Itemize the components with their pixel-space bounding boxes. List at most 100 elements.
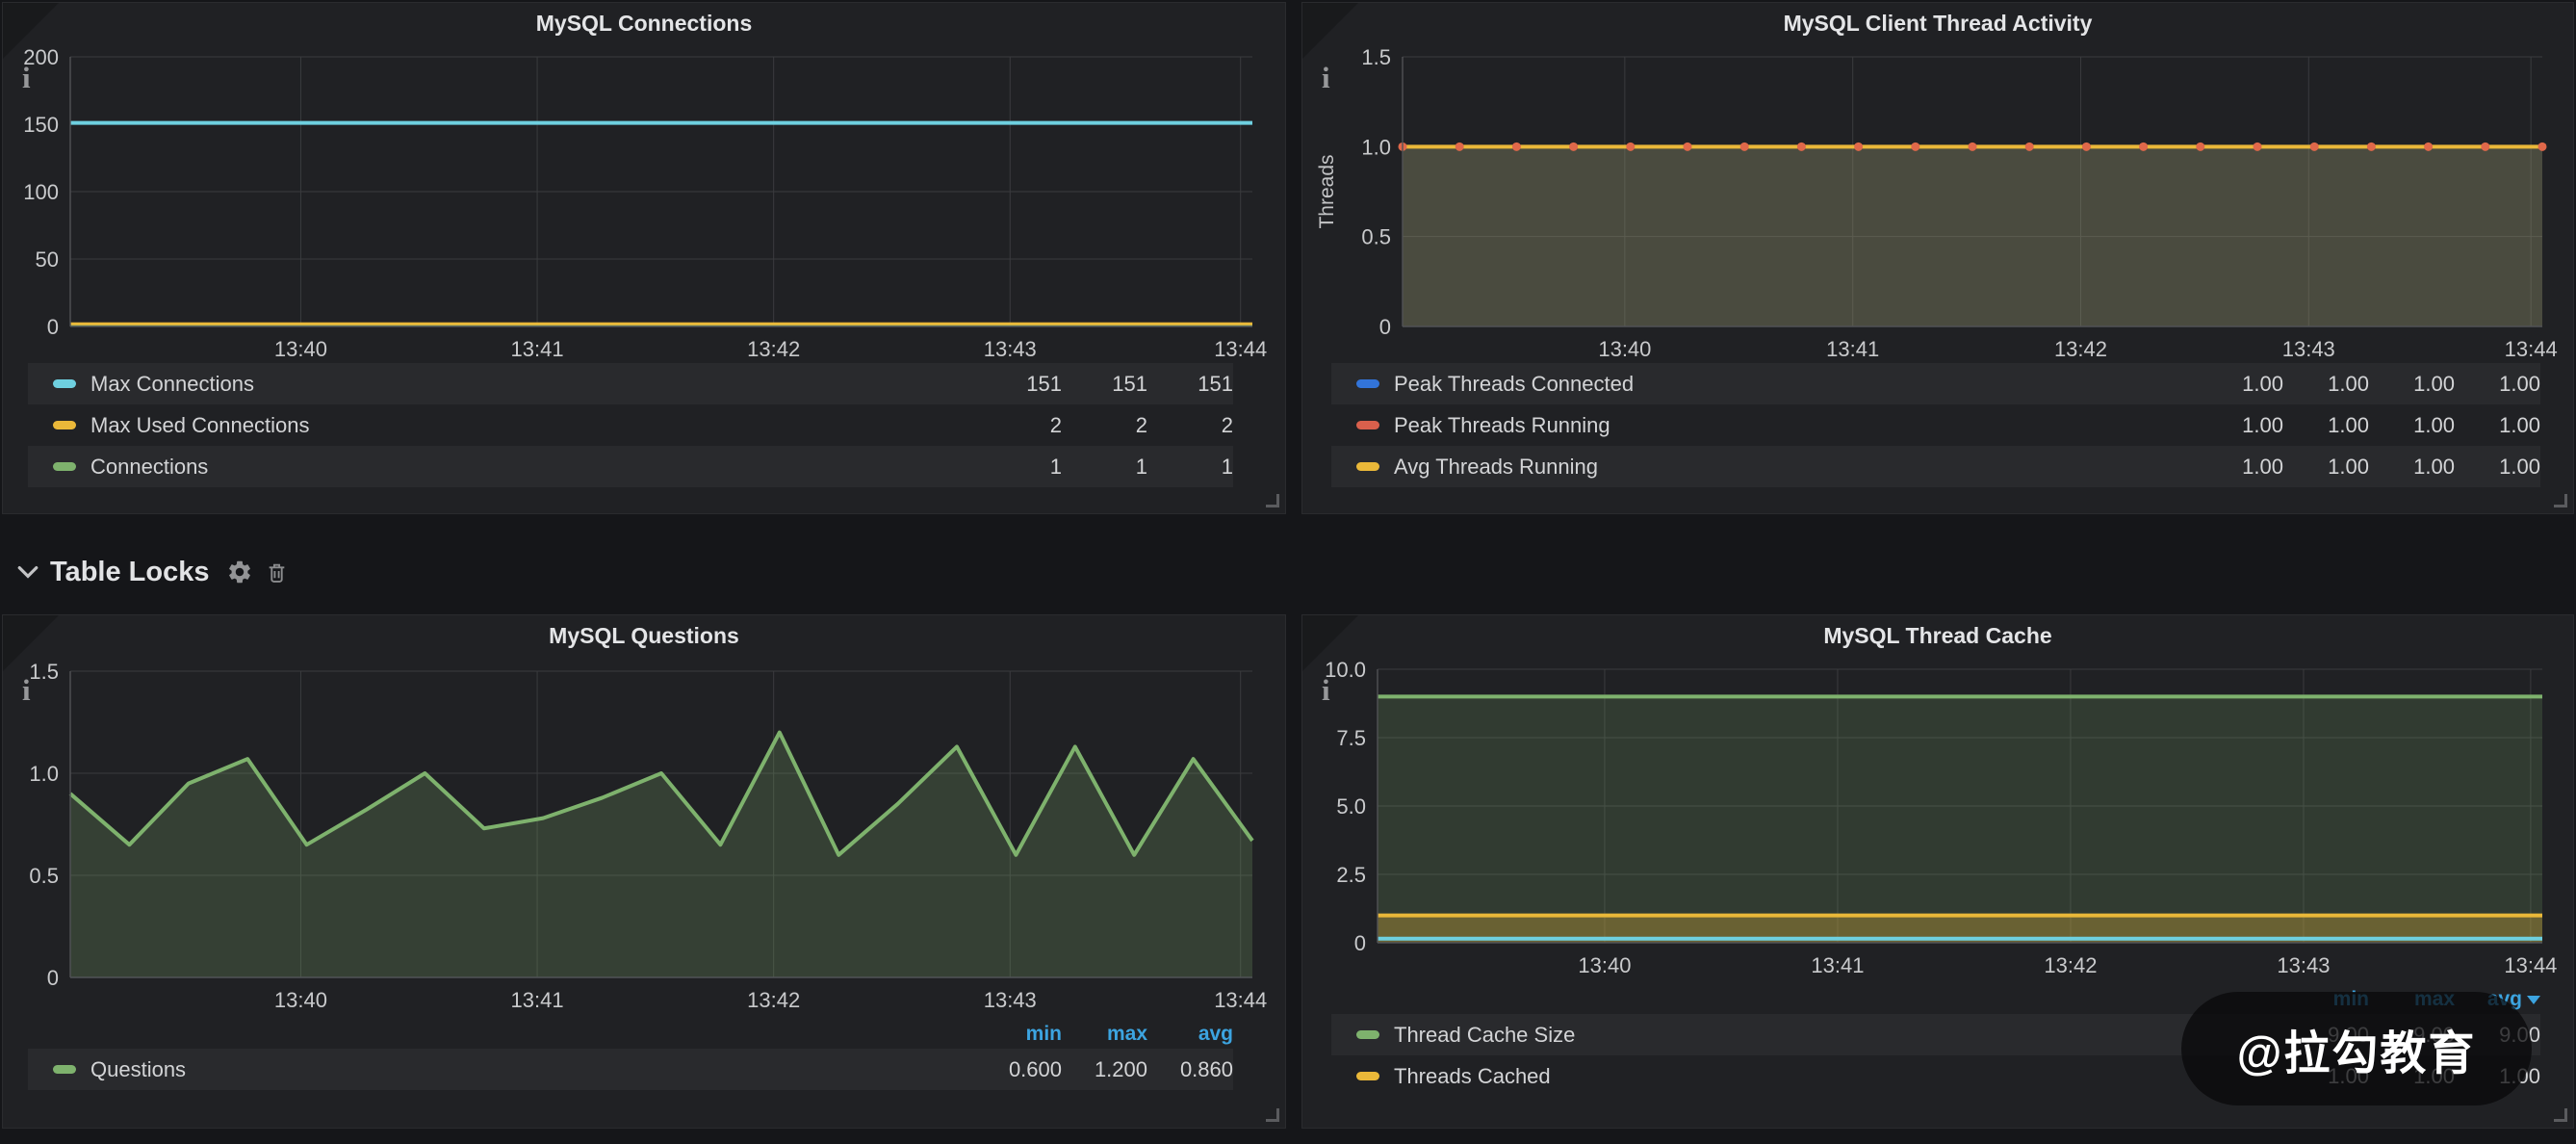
series-label[interactable]: Thread Cache Size <box>1394 1023 1575 1048</box>
svg-text:13:40: 13:40 <box>1578 953 1631 977</box>
legend-value: 1 <box>1147 455 1233 480</box>
questions-legend: minmaxavg Questions 0.6001.2000.860 <box>28 1020 1233 1090</box>
svg-text:0: 0 <box>47 966 59 990</box>
legend-series: Max Used Connections <box>28 413 976 438</box>
legend-series: Questions <box>28 1057 976 1082</box>
legend-value: 1.00 <box>2455 455 2540 480</box>
legend-row: Questions 0.6001.2000.860 <box>28 1049 1233 1090</box>
svg-text:13:43: 13:43 <box>984 337 1037 361</box>
panel-title-connections[interactable]: MySQL Connections <box>3 3 1285 43</box>
series-color-swatch[interactable] <box>1356 1072 1379 1080</box>
panel-info-corner[interactable]: i <box>1302 615 1358 671</box>
svg-text:13:44: 13:44 <box>1214 988 1267 1012</box>
info-icon: i <box>22 61 31 95</box>
series-label[interactable]: Peak Threads Connected <box>1394 372 1634 397</box>
legend-value: 1.200 <box>1062 1057 1147 1082</box>
thread-activity-chart[interactable]: 00.51.01.513:4013:4113:4213:4313:44Threa… <box>1310 43 2569 361</box>
legend-value: 1.00 <box>2283 413 2369 438</box>
svg-text:13:42: 13:42 <box>2054 337 2107 361</box>
svg-text:13:43: 13:43 <box>984 988 1037 1012</box>
series-label[interactable]: Avg Threads Running <box>1394 455 1598 480</box>
legend-value: 1.00 <box>2369 455 2455 480</box>
series-label[interactable]: Max Connections <box>90 372 254 397</box>
svg-text:13:44: 13:44 <box>1214 337 1267 361</box>
svg-text:0: 0 <box>1379 315 1391 339</box>
series-label[interactable]: Peak Threads Running <box>1394 413 1610 438</box>
series-label[interactable]: Max Used Connections <box>90 413 309 438</box>
panel-info-corner[interactable]: i <box>3 3 59 59</box>
legend-value: 0.860 <box>1147 1057 1233 1082</box>
connections-legend: Max Connections151151151Max Used Connect… <box>28 363 1233 487</box>
panel-resize-handle[interactable] <box>1266 494 1279 507</box>
section-title[interactable]: Table Locks <box>50 557 209 588</box>
svg-text:13:43: 13:43 <box>2282 337 2335 361</box>
series-color-swatch[interactable] <box>53 462 76 471</box>
legend-value: 2 <box>1147 413 1233 438</box>
legend-value: 1.00 <box>2283 455 2369 480</box>
legend-value: 1 <box>976 455 1062 480</box>
svg-text:Threads: Threads <box>1316 154 1338 228</box>
questions-chart[interactable]: 00.51.01.513:4013:4113:4213:4313:44 <box>11 656 1277 1018</box>
svg-text:5.0: 5.0 <box>1336 794 1366 819</box>
trash-icon <box>265 560 289 585</box>
svg-text:13:44: 13:44 <box>2504 953 2557 977</box>
legend-row: Avg Threads Running1.001.001.001.00 <box>1331 446 2540 487</box>
legend-value: 0.600 <box>976 1057 1062 1082</box>
panel-title-thread-cache[interactable]: MySQL Thread Cache <box>1302 615 2573 656</box>
svg-text:150: 150 <box>23 113 59 137</box>
legend-header-max[interactable]: max <box>1062 1023 1147 1046</box>
panel-title-thread-activity[interactable]: MySQL Client Thread Activity <box>1302 3 2573 43</box>
svg-text:0: 0 <box>1354 931 1366 955</box>
svg-text:13:40: 13:40 <box>274 337 327 361</box>
panel-mysql-questions: i MySQL Questions 00.51.01.513:4013:4113… <box>2 614 1286 1129</box>
legend-value: 2 <box>1062 413 1147 438</box>
panel-info-corner[interactable]: i <box>1302 3 1358 59</box>
legend-value: 151 <box>1147 372 1233 397</box>
series-label[interactable]: Connections <box>90 455 208 480</box>
legend-series: Thread Cache Size <box>1331 1023 2283 1048</box>
panel-info-corner[interactable]: i <box>3 615 59 671</box>
series-color-swatch[interactable] <box>1356 421 1379 429</box>
legend-series: Peak Threads Connected <box>1331 372 2198 397</box>
svg-text:1.0: 1.0 <box>29 762 59 786</box>
legend-value: 151 <box>1062 372 1147 397</box>
panel-resize-handle[interactable] <box>2554 1108 2567 1122</box>
legend-value: 1.00 <box>2283 372 2369 397</box>
legend-value: 151 <box>976 372 1062 397</box>
series-color-swatch[interactable] <box>1356 1030 1379 1039</box>
legend-value: 1.00 <box>2198 372 2283 397</box>
thread-cache-chart[interactable]: 02.55.07.510.013:4013:4113:4213:4313:44 <box>1310 656 2569 983</box>
legend-header-avg[interactable]: avg <box>1147 1023 1233 1046</box>
series-color-swatch[interactable] <box>53 1065 76 1074</box>
info-icon: i <box>1322 61 1330 95</box>
series-label[interactable]: Threads Cached <box>1394 1064 1551 1089</box>
panel-resize-handle[interactable] <box>2554 494 2567 507</box>
row-settings-button[interactable] <box>226 559 253 585</box>
watermark-badge: @拉勾教育 <box>2181 992 2532 1105</box>
legend-row: Peak Threads Running1.001.001.001.00 <box>1331 404 2540 446</box>
row-table-locks[interactable]: Table Locks <box>13 545 300 599</box>
series-label[interactable]: Questions <box>90 1057 186 1082</box>
watermark-text: @拉勾教育 <box>2237 1015 2477 1082</box>
chevron-down-icon[interactable] <box>13 558 42 586</box>
svg-text:13:44: 13:44 <box>2505 337 2558 361</box>
series-color-swatch[interactable] <box>1356 379 1379 388</box>
legend-header-min[interactable]: min <box>976 1023 1062 1046</box>
panel-title-questions[interactable]: MySQL Questions <box>3 615 1285 656</box>
svg-text:0.5: 0.5 <box>29 864 59 888</box>
svg-text:1.5: 1.5 <box>1361 45 1391 69</box>
legend-row: Connections111 <box>28 446 1233 487</box>
series-color-swatch[interactable] <box>1356 462 1379 471</box>
svg-text:2.5: 2.5 <box>1336 863 1366 887</box>
panel-resize-handle[interactable] <box>1266 1108 1279 1122</box>
svg-text:13:42: 13:42 <box>747 988 800 1012</box>
panel-mysql-connections: i MySQL Connections 05010015020013:4013:… <box>2 2 1286 514</box>
panel-mysql-client-thread-activity: i MySQL Client Thread Activity 00.51.01.… <box>1301 2 2574 514</box>
series-color-swatch[interactable] <box>53 421 76 429</box>
series-color-swatch[interactable] <box>53 379 76 388</box>
legend-header-row: minmaxavg <box>28 1020 1233 1049</box>
legend-value: 1.00 <box>2198 455 2283 480</box>
sort-caret-icon <box>2527 996 2540 1004</box>
row-delete-button[interactable] <box>265 560 289 585</box>
connections-chart[interactable]: 05010015020013:4013:4113:4213:4313:44 <box>11 43 1277 361</box>
